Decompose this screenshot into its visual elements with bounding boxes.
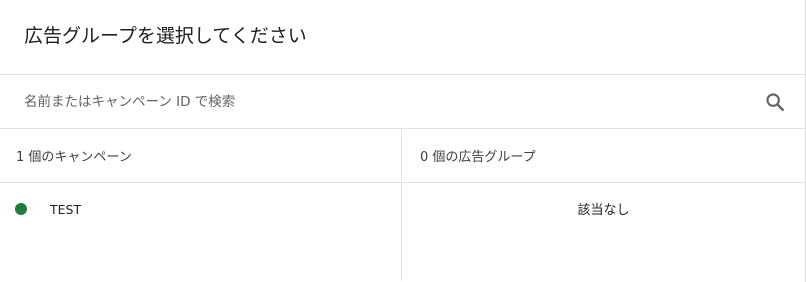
select-ad-group-dialog: 広告グループを選択してください 1 個のキャンペーン TEST 0 個の広告グル… (0, 0, 806, 282)
search-input[interactable] (24, 93, 763, 110)
search-bar (0, 75, 805, 129)
ad-group-count-header: 0 個の広告グループ (402, 129, 805, 183)
campaign-count-header: 1 個のキャンペーン (0, 129, 401, 183)
campaign-item-test[interactable]: TEST (0, 183, 401, 237)
ad-group-column: 0 個の広告グループ 該当なし (402, 129, 805, 281)
selection-columns: 1 個のキャンペーン TEST 0 個の広告グループ 該当なし (0, 129, 805, 281)
campaign-column: 1 個のキャンペーン TEST (0, 129, 402, 281)
status-enabled-dot (15, 203, 27, 215)
search-icon[interactable] (763, 90, 787, 114)
empty-state-text: 該当なし (577, 203, 630, 218)
campaign-item-label: TEST (50, 201, 82, 217)
dialog-title: 広告グループを選択してください (24, 24, 307, 47)
dialog-header: 広告グループを選択してください (0, 0, 805, 75)
